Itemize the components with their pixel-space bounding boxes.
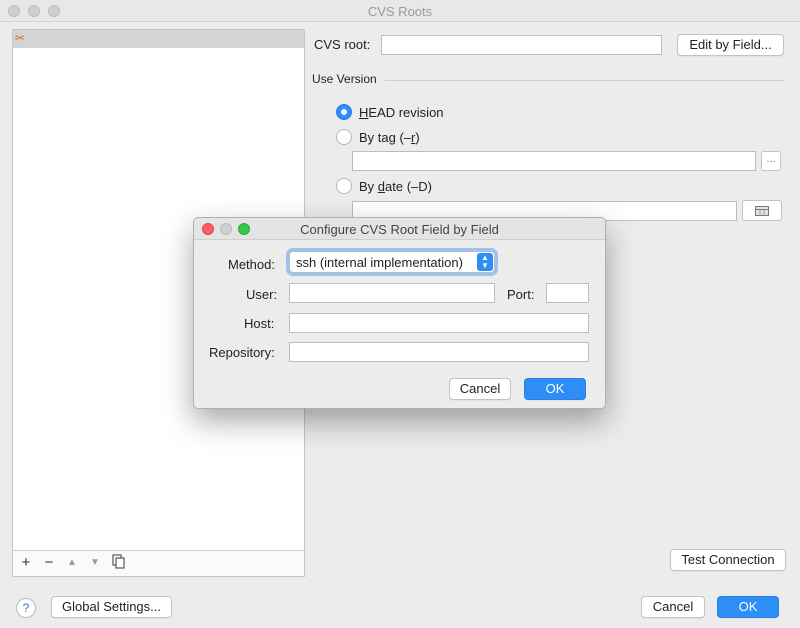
dialog-cancel-button[interactable]: Cancel xyxy=(449,378,511,400)
repository-input[interactable] xyxy=(289,342,589,362)
move-up-icon[interactable]: ▲ xyxy=(63,554,81,572)
dialog-ok-button[interactable]: OK xyxy=(524,378,586,400)
by-date-radio[interactable] xyxy=(336,178,352,194)
edit-by-field-button[interactable]: Edit by Field... xyxy=(677,34,784,56)
list-item[interactable]: ✂ xyxy=(13,30,304,48)
method-select[interactable]: ssh (internal implementation) ▲ ▼ xyxy=(289,251,495,273)
help-button[interactable]: ? xyxy=(16,598,36,618)
port-input[interactable] xyxy=(546,283,589,303)
head-revision-label[interactable]: HEAD revision xyxy=(359,105,444,120)
repository-label: Repository: xyxy=(209,345,275,360)
tag-input[interactable] xyxy=(352,151,756,171)
method-selected-value: ssh (internal implementation) xyxy=(296,255,463,270)
dialog-title: Configure CVS Root Field by Field xyxy=(300,222,499,237)
copy-icon[interactable] xyxy=(110,554,128,572)
by-tag-label[interactable]: By tag (–r) xyxy=(359,130,420,145)
cvs-root-icon: ✂ xyxy=(15,31,26,45)
calendar-icon xyxy=(755,206,769,216)
by-date-text-after: ate (–D) xyxy=(385,179,432,194)
port-label: Port: xyxy=(507,287,535,302)
configure-cvs-root-dialog: Configure CVS Root Field by Field Method… xyxy=(193,217,606,409)
cancel-button[interactable]: Cancel xyxy=(641,596,705,618)
cvs-root-label: CVS root: xyxy=(314,37,371,52)
head-revision-accel: H xyxy=(359,105,369,120)
window-title: CVS Roots xyxy=(367,4,433,19)
chevron-up-down-icon: ▲ ▼ xyxy=(477,253,493,271)
remove-icon[interactable]: − xyxy=(40,554,58,572)
by-date-text-before: By xyxy=(359,179,378,194)
by-date-accel: d xyxy=(377,179,386,194)
by-date-label[interactable]: By date (–D) xyxy=(359,179,432,194)
list-toolbar: + − ▲ ▼ xyxy=(13,550,304,576)
use-version-section-title: Use Version xyxy=(312,72,377,86)
method-label: Method: xyxy=(228,257,275,272)
window-title-bar: CVS Roots xyxy=(0,0,800,22)
head-revision-radio[interactable] xyxy=(336,104,352,120)
copy-icon-glyph xyxy=(112,554,125,569)
user-label: User: xyxy=(246,287,278,302)
section-divider xyxy=(385,80,785,81)
calendar-button[interactable] xyxy=(742,200,782,221)
user-input[interactable] xyxy=(289,283,495,303)
add-icon[interactable]: + xyxy=(17,554,35,572)
by-tag-text-after: ) xyxy=(415,130,420,145)
by-tag-radio[interactable] xyxy=(336,129,352,145)
dialog-title-bar: Configure CVS Root Field by Field xyxy=(194,218,605,240)
browse-tags-button[interactable]: ... xyxy=(761,151,781,171)
host-label: Host: xyxy=(244,316,275,331)
ok-button[interactable]: OK xyxy=(717,596,779,618)
head-revision-text: EAD revision xyxy=(368,105,444,120)
move-down-icon[interactable]: ▼ xyxy=(86,554,104,572)
cvs-root-input[interactable] xyxy=(381,35,662,55)
test-connection-button[interactable]: Test Connection xyxy=(670,549,786,571)
host-input[interactable] xyxy=(289,313,589,333)
by-tag-text-before: By tag (– xyxy=(359,130,412,145)
global-settings-button[interactable]: Global Settings... xyxy=(51,596,172,618)
